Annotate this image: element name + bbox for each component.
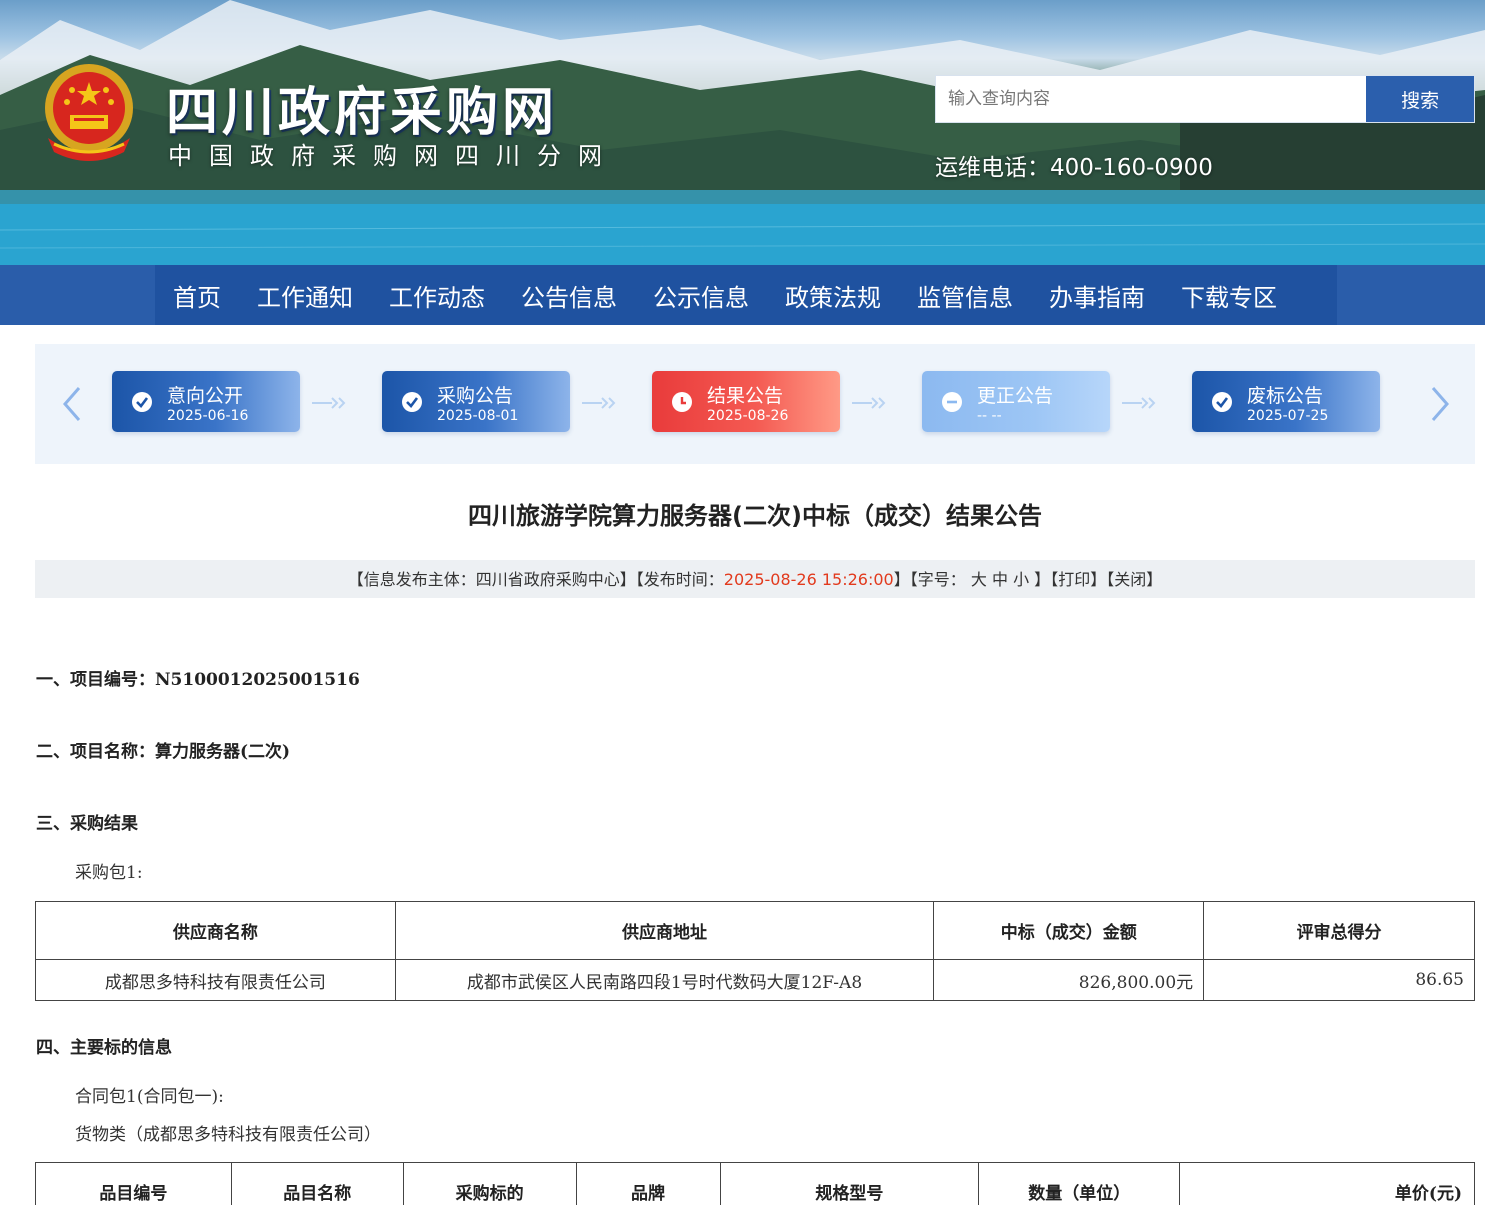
nav-item-home[interactable]: 首页 <box>155 265 239 325</box>
nav-item-work-notice[interactable]: 工作通知 <box>239 265 371 325</box>
table-header-row: 品目编号 品目名称 采购标的 品牌 规格型号 数量（单位） 单价(元) <box>35 1162 1475 1205</box>
nav-item-guide[interactable]: 办事指南 <box>1031 265 1163 325</box>
double-chevron-icon <box>312 397 346 409</box>
goods-table: 品目编号 品目名称 采购标的 品牌 规格型号 数量（单位） 单价(元) <box>35 1162 1475 1205</box>
th-total-score: 评审总得分 <box>1203 901 1475 960</box>
national-emblem-icon <box>45 64 133 161</box>
timeline-step-result[interactable]: 结果公告 2025-08-26 <box>652 371 840 432</box>
timeline-step-intent[interactable]: 意向公开 2025-06-16 <box>112 371 300 432</box>
meta-font-label: 】【字号： <box>893 570 966 589</box>
font-size-medium[interactable]: 中 <box>992 570 1008 589</box>
section-project-name: 二、项目名称：算力服务器(二次) <box>36 742 291 762</box>
timeline-step-date: 2025-08-26 <box>707 408 789 424</box>
timeline-step-date: 2025-06-16 <box>167 408 249 424</box>
nav-item-policy[interactable]: 政策法规 <box>767 265 899 325</box>
close-link[interactable]: 【关闭】 <box>1106 570 1162 589</box>
goods-category-label: 货物类（成都思多特科技有限责任公司） <box>75 1125 381 1145</box>
search-box: 搜索 <box>935 75 1475 123</box>
timeline-step-label: 意向公开 <box>167 385 244 407</box>
timeline-step-label: 更正公告 <box>977 385 1054 407</box>
table-row: 成都思多特科技有限责任公司 成都市武侯区人民南路四段1号时代数码大厦12F-A8… <box>35 959 1475 1001</box>
timeline-step-procurement[interactable]: 采购公告 2025-08-01 <box>382 371 570 432</box>
th-spec-model: 规格型号 <box>719 1162 980 1205</box>
timeline-step-cancelled[interactable]: 废标公告 2025-07-25 <box>1192 371 1380 432</box>
meta-font-suffix: 】 <box>1034 570 1051 589</box>
check-icon <box>402 392 422 412</box>
package-label: 采购包1: <box>75 863 143 883</box>
check-icon <box>132 392 152 412</box>
nav-item-downloads[interactable]: 下载专区 <box>1163 265 1295 325</box>
nav-item-publicity[interactable]: 公示信息 <box>635 265 767 325</box>
timeline-step-label: 结果公告 <box>707 385 784 407</box>
table-header-row: 供应商名称 供应商地址 中标（成交）金额 评审总得分 <box>35 901 1475 960</box>
th-supplier-name: 供应商名称 <box>35 901 396 960</box>
th-item-code: 品目编号 <box>35 1162 232 1205</box>
print-link[interactable]: 【打印】 <box>1050 570 1106 589</box>
td-total-score: 86.65 <box>1203 959 1475 1001</box>
nav-item-announcements[interactable]: 公告信息 <box>503 265 635 325</box>
td-supplier-address: 成都市武侯区人民南路四段1号时代数码大厦12F-A8 <box>394 959 935 1001</box>
td-award-amount: 826,800.00元 <box>933 959 1205 1001</box>
nav-items: 首页 工作通知 工作动态 公告信息 公示信息 政策法规 监管信息 办事指南 下载… <box>155 265 1337 325</box>
th-procurement-object: 采购标的 <box>402 1162 577 1205</box>
main-nav: 首页 工作通知 工作动态 公告信息 公示信息 政策法规 监管信息 办事指南 下载… <box>0 265 1485 325</box>
chevron-right-icon[interactable] <box>1425 382 1455 426</box>
section-project-number: 一、项目编号：N5100012025001516 <box>36 670 360 690</box>
chevron-left-icon[interactable] <box>57 382 87 426</box>
th-unit-price: 单价(元) <box>1179 1162 1475 1205</box>
section-main-items: 四、主要标的信息 <box>36 1038 172 1058</box>
site-subtitle: 中国政府采购网四川分网 <box>168 142 619 170</box>
timeline-step-label: 废标公告 <box>1247 385 1324 407</box>
th-supplier-address: 供应商地址 <box>394 901 935 960</box>
meta-publish-time: 2025-08-26 15:26:00 <box>723 570 894 589</box>
timeline-step-correction[interactable]: 更正公告 -- -- <box>922 371 1110 432</box>
nav-item-supervision[interactable]: 监管信息 <box>899 265 1031 325</box>
search-input[interactable] <box>936 76 1367 122</box>
section-procurement-result: 三、采购结果 <box>36 814 138 834</box>
double-chevron-icon <box>582 397 616 409</box>
header-banner: 四川政府采购网 中国政府采购网四川分网 搜索 运维电话：400-160-0900 <box>0 0 1485 265</box>
double-chevron-icon <box>1122 397 1156 409</box>
font-size-small[interactable]: 小 <box>1013 570 1029 589</box>
search-button[interactable]: 搜索 <box>1366 76 1474 122</box>
result-table: 供应商名称 供应商地址 中标（成交）金额 评审总得分 成都思多特科技有限责任公司… <box>35 901 1475 1001</box>
article-meta: 【信息发布主体：四川省政府采购中心】【发布时间：2025-08-26 15:26… <box>35 560 1475 598</box>
clock-icon <box>672 392 692 412</box>
timeline-step-date: 2025-07-25 <box>1247 408 1329 424</box>
check-icon <box>1212 392 1232 412</box>
th-brand: 品牌 <box>575 1162 721 1205</box>
th-quantity: 数量（单位） <box>978 1162 1181 1205</box>
th-item-name: 品目名称 <box>230 1162 404 1205</box>
timeline-step-label: 采购公告 <box>437 385 514 407</box>
minus-icon <box>942 392 962 412</box>
hotline-text: 运维电话：400-160-0900 <box>935 155 1213 181</box>
contract-package-label: 合同包1(合同包一): <box>75 1087 224 1107</box>
td-supplier-name: 成都思多特科技有限责任公司 <box>35 959 396 1001</box>
procurement-timeline: 意向公开 2025-06-16 采购公告 2025-08-01 结果公告 202… <box>35 344 1475 464</box>
timeline-step-date: -- -- <box>977 408 1002 424</box>
meta-publisher: 【信息发布主体：四川省政府采购中心】【发布时间： <box>347 570 724 589</box>
nav-item-work-news[interactable]: 工作动态 <box>371 265 503 325</box>
font-size-large[interactable]: 大 <box>971 570 987 589</box>
double-chevron-icon <box>852 397 886 409</box>
article-title: 四川旅游学院算力服务器(二次)中标（成交）结果公告 <box>468 502 1042 530</box>
timeline-step-date: 2025-08-01 <box>437 408 519 424</box>
th-award-amount: 中标（成交）金额 <box>933 901 1205 960</box>
site-title: 四川政府采购网 <box>166 83 559 143</box>
